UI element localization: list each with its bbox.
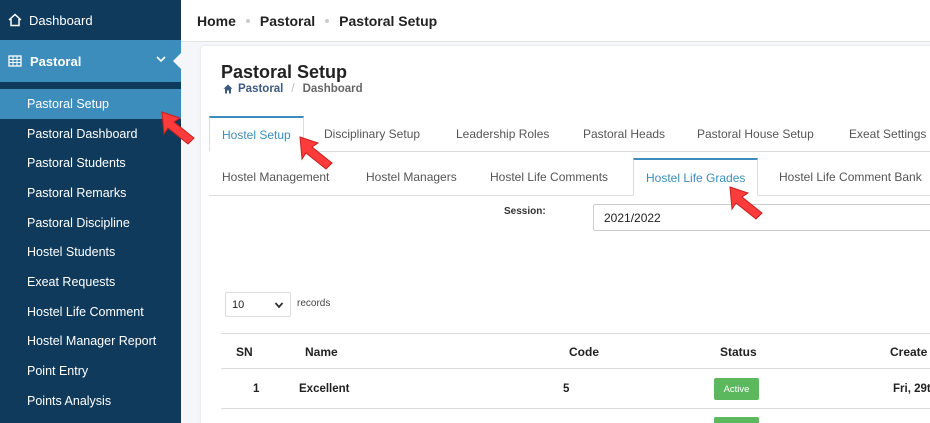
sidebar-item-pastoral-setup[interactable]: Pastoral Setup — [0, 89, 181, 119]
tab-leadership-roles[interactable]: Leadership Roles — [456, 116, 549, 151]
sidebar-item-hostel-students[interactable]: Hostel Students — [0, 237, 181, 267]
column-header-name[interactable]: Name — [305, 345, 338, 359]
page-title: Pastoral Setup — [221, 62, 348, 82]
records-label: records — [297, 298, 331, 309]
breadcrumb-separator — [245, 18, 250, 23]
breadcrumb-current: Pastoral Setup — [339, 12, 438, 29]
home-icon — [223, 84, 233, 94]
tab-exeat-settings[interactable]: Exeat Settings — [849, 116, 926, 151]
grades-table: SN Name Code Status Create 1 Excellent 5… — [221, 333, 930, 423]
sidebar-item-hostel-manager-report[interactable]: Hostel Manager Report — [0, 327, 181, 357]
cell-created: Fri, 29th — [893, 383, 930, 395]
cell-sn: 1 — [253, 383, 260, 395]
column-header-status[interactable]: Status — [720, 345, 757, 359]
column-header-created[interactable]: Create — [890, 345, 927, 359]
table-header: SN Name Code Status Create — [221, 333, 930, 369]
sidebar-item-dashboard[interactable]: Dashboard — [0, 0, 181, 40]
page-breadcrumb-pastoral[interactable]: Pastoral — [238, 83, 283, 95]
sidebar-item-hostel-life-comment[interactable]: Hostel Life Comment — [0, 297, 181, 327]
records-per-page-select[interactable]: 10 — [225, 292, 291, 317]
breadcrumb-pastoral[interactable]: Pastoral — [260, 13, 315, 29]
pointer-arrow-icon — [161, 111, 195, 145]
sidebar-section-pastoral[interactable]: Pastoral — [0, 40, 181, 82]
chevron-down-icon — [155, 53, 167, 65]
top-breadcrumb: Home Pastoral Pastoral Setup — [181, 0, 930, 42]
tab-hostel-life-comments[interactable]: Hostel Life Comments — [490, 158, 608, 195]
table-row — [221, 409, 930, 423]
sidebar-item-label: Dashboard — [29, 12, 93, 28]
chevron-down-icon — [274, 300, 284, 310]
records-per-page-value: 10 — [232, 298, 245, 311]
breadcrumb-slash: / — [291, 83, 295, 95]
tab-hostel-life-comment-bank[interactable]: Hostel Life Comment Bank — [779, 158, 922, 195]
tab-hostel-setup[interactable]: Hostel Setup — [209, 116, 304, 152]
session-label: Session: — [504, 206, 546, 217]
tab-pastoral-heads[interactable]: Pastoral Heads — [583, 116, 665, 151]
sidebar-section-label: Pastoral — [30, 53, 82, 69]
cell-code: 5 — [563, 383, 570, 395]
content-card: Pastoral Setup Pastoral / Dashboard Host… — [201, 46, 930, 423]
status-badge: Active — [714, 378, 759, 400]
sidebar-item-pastoral-dashboard[interactable]: Pastoral Dashboard — [0, 119, 181, 149]
sidebar: Dashboard Pastoral Pastoral Setup Pastor… — [0, 0, 181, 423]
table-icon — [8, 54, 22, 68]
sidebar-submenu: Pastoral Setup Pastoral Dashboard Pastor… — [0, 89, 181, 416]
pointer-arrow-icon — [729, 186, 763, 220]
active-notch — [173, 53, 181, 69]
cell-name: Excellent — [299, 383, 350, 395]
column-header-code[interactable]: Code — [569, 345, 599, 359]
sidebar-item-points-analysis[interactable]: Points Analysis — [0, 386, 181, 416]
tab-hostel-managers[interactable]: Hostel Managers — [366, 158, 457, 195]
breadcrumb-separator — [325, 18, 330, 23]
column-header-sn[interactable]: SN — [236, 345, 253, 359]
home-icon — [8, 13, 22, 27]
table-row: 1 Excellent 5 Active Fri, 29th — [221, 369, 930, 409]
sidebar-item-exeat-requests[interactable]: Exeat Requests — [0, 267, 181, 297]
tab-pastoral-house-setup[interactable]: Pastoral House Setup — [697, 116, 814, 151]
sidebar-item-pastoral-students[interactable]: Pastoral Students — [0, 148, 181, 178]
sidebar-item-point-entry[interactable]: Point Entry — [0, 356, 181, 386]
sidebar-item-pastoral-remarks[interactable]: Pastoral Remarks — [0, 178, 181, 208]
sidebar-item-pastoral-discipline[interactable]: Pastoral Discipline — [0, 208, 181, 238]
breadcrumb-home[interactable]: Home — [197, 13, 236, 29]
page-breadcrumb: Pastoral / Dashboard — [223, 83, 363, 95]
page-breadcrumb-dashboard: Dashboard — [302, 83, 363, 95]
status-badge — [714, 417, 759, 423]
pointer-arrow-icon — [299, 136, 333, 170]
